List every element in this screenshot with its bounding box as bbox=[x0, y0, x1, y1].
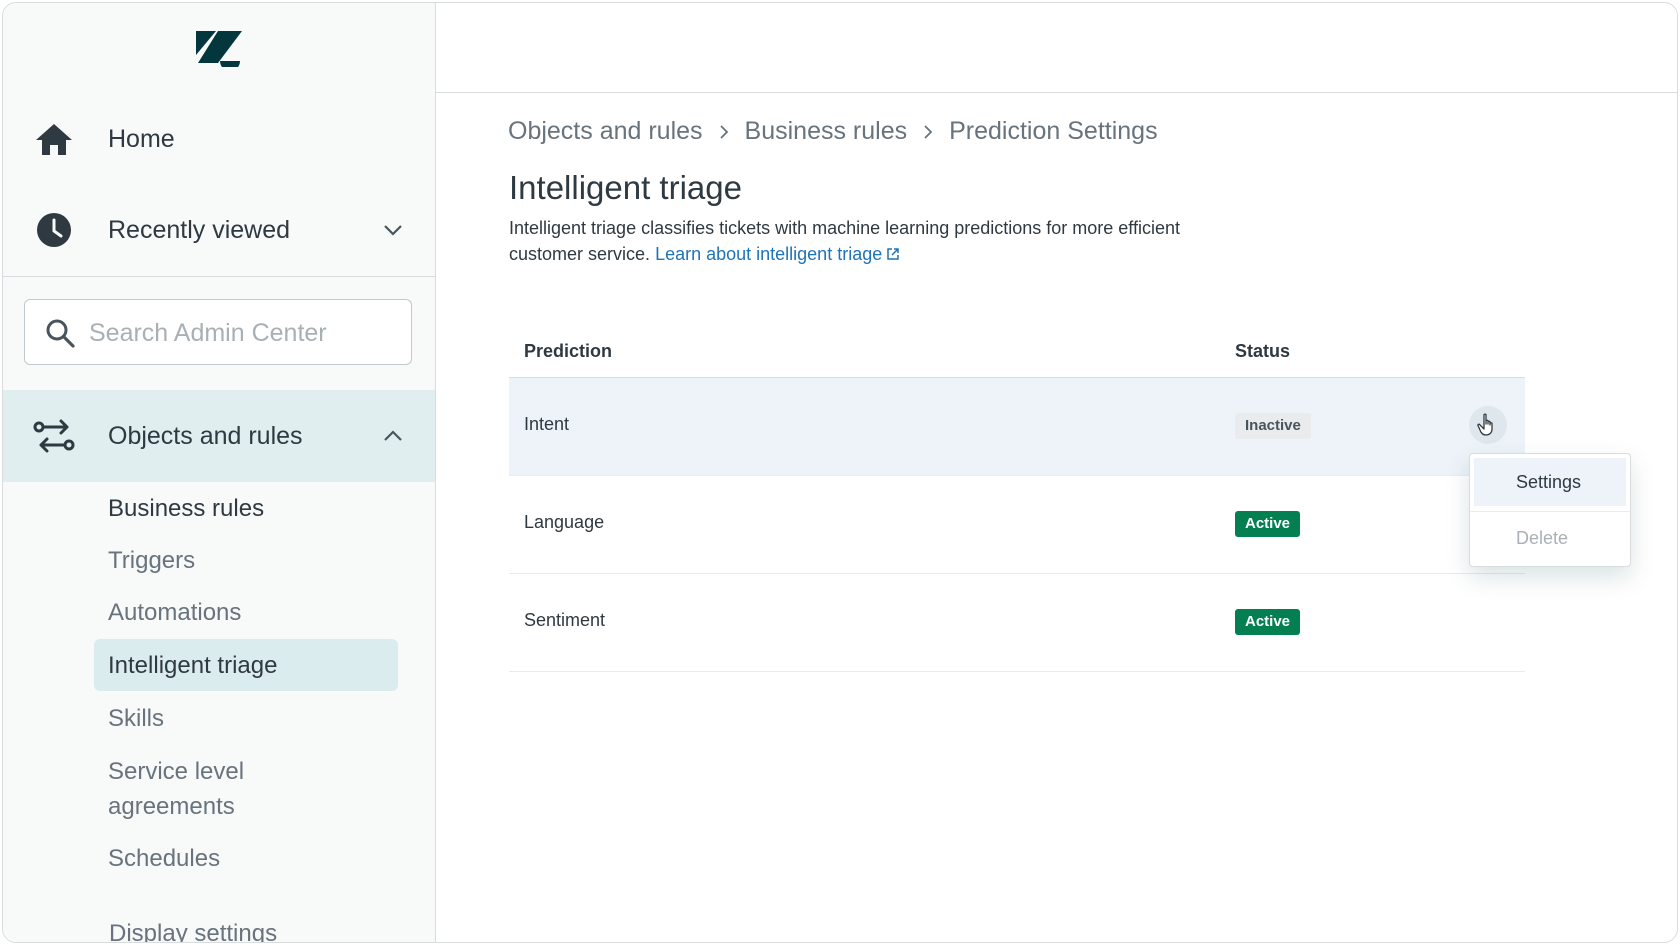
sidebar-item-display-settings[interactable]: Display settings bbox=[109, 916, 277, 942]
predictions-table: Prediction Status Intent Inactive Langua… bbox=[509, 325, 1525, 672]
menu-item-delete-label: Delete bbox=[1516, 528, 1569, 548]
prediction-name: Intent bbox=[524, 414, 570, 434]
chevron-up-icon[interactable] bbox=[381, 424, 405, 448]
sidebar-item-triggers[interactable]: Triggers bbox=[108, 543, 195, 578]
nav-objects-and-rules[interactable]: Objects and rules bbox=[3, 390, 435, 482]
status-badge: Inactive bbox=[1235, 413, 1311, 439]
row-actions-button[interactable] bbox=[1469, 406, 1507, 444]
home-icon bbox=[33, 118, 75, 160]
breadcrumb-current: Prediction Settings bbox=[949, 117, 1158, 145]
nav-objects-label: Objects and rules bbox=[108, 421, 303, 450]
status-badge: Active bbox=[1235, 609, 1301, 635]
status-badge: Active bbox=[1235, 511, 1301, 537]
sidebar-item-automations[interactable]: Automations bbox=[108, 595, 241, 630]
menu-item-delete[interactable]: Delete bbox=[1474, 514, 1626, 562]
table-row[interactable]: Sentiment Active bbox=[509, 574, 1525, 672]
app-window: Home Recently viewed Objects bbox=[2, 2, 1678, 943]
column-header-prediction: Prediction bbox=[524, 341, 613, 361]
column-header-status: Status bbox=[1235, 341, 1291, 361]
sidebar-item-sla-line1: Service level bbox=[108, 758, 245, 785]
clock-icon bbox=[33, 209, 75, 251]
sidebar-item-skills[interactable]: Skills bbox=[108, 701, 164, 736]
zendesk-logo[interactable] bbox=[194, 27, 244, 67]
nav-home[interactable]: Home bbox=[3, 103, 435, 175]
prediction-name: Sentiment bbox=[524, 610, 606, 630]
chevron-right-icon bbox=[719, 124, 728, 139]
hand-cursor-icon bbox=[1477, 413, 1493, 436]
page-description: Intelligent triage classifies tickets wi… bbox=[509, 215, 1229, 267]
nav-recently-viewed[interactable]: Recently viewed bbox=[3, 194, 435, 266]
learn-more-link-text: Learn about intelligent triage bbox=[655, 244, 883, 264]
breadcrumb-business-rules[interactable]: Business rules bbox=[745, 117, 908, 146]
page-title: Intelligent triage bbox=[509, 169, 742, 206]
objects-rules-icon bbox=[33, 415, 75, 457]
chevron-right-icon bbox=[924, 124, 933, 139]
menu-item-settings[interactable]: Settings bbox=[1474, 458, 1626, 506]
table-row[interactable]: Language Active bbox=[509, 476, 1525, 574]
table-row[interactable]: Intent Inactive bbox=[509, 378, 1525, 476]
search-icon bbox=[46, 319, 75, 348]
prediction-name: Language bbox=[524, 512, 605, 532]
external-link-icon bbox=[887, 248, 899, 260]
learn-more-link[interactable]: Learn about intelligent triage bbox=[655, 244, 900, 264]
breadcrumb-objects-and-rules[interactable]: Objects and rules bbox=[508, 117, 703, 146]
nav-home-label: Home bbox=[108, 124, 175, 153]
sidebar-item-sla-line2: agreements bbox=[108, 793, 235, 820]
sidebar-item-sla[interactable]: Service level agreements bbox=[108, 754, 244, 824]
search-box[interactable] bbox=[24, 299, 412, 365]
sidebar-item-business-rules[interactable]: Business rules bbox=[108, 491, 264, 526]
sidebar-item-intelligent-triage[interactable]: Intelligent triage bbox=[108, 648, 277, 683]
menu-item-settings-label: Settings bbox=[1516, 472, 1582, 492]
breadcrumb: Objects and rules Business rules Predict… bbox=[508, 117, 1158, 146]
top-bar bbox=[436, 3, 1677, 93]
menu-divider bbox=[1470, 511, 1630, 512]
table-header: Prediction Status bbox=[509, 325, 1525, 378]
sidebar-item-schedules[interactable]: Schedules bbox=[108, 841, 220, 876]
chevron-down-icon[interactable] bbox=[381, 218, 405, 242]
sidebar: Home Recently viewed Objects bbox=[3, 3, 436, 942]
search-input[interactable] bbox=[87, 312, 401, 354]
row-actions-menu: Settings Delete bbox=[1469, 453, 1631, 567]
nav-recently-viewed-label: Recently viewed bbox=[108, 215, 291, 244]
sidebar-divider bbox=[3, 276, 435, 277]
